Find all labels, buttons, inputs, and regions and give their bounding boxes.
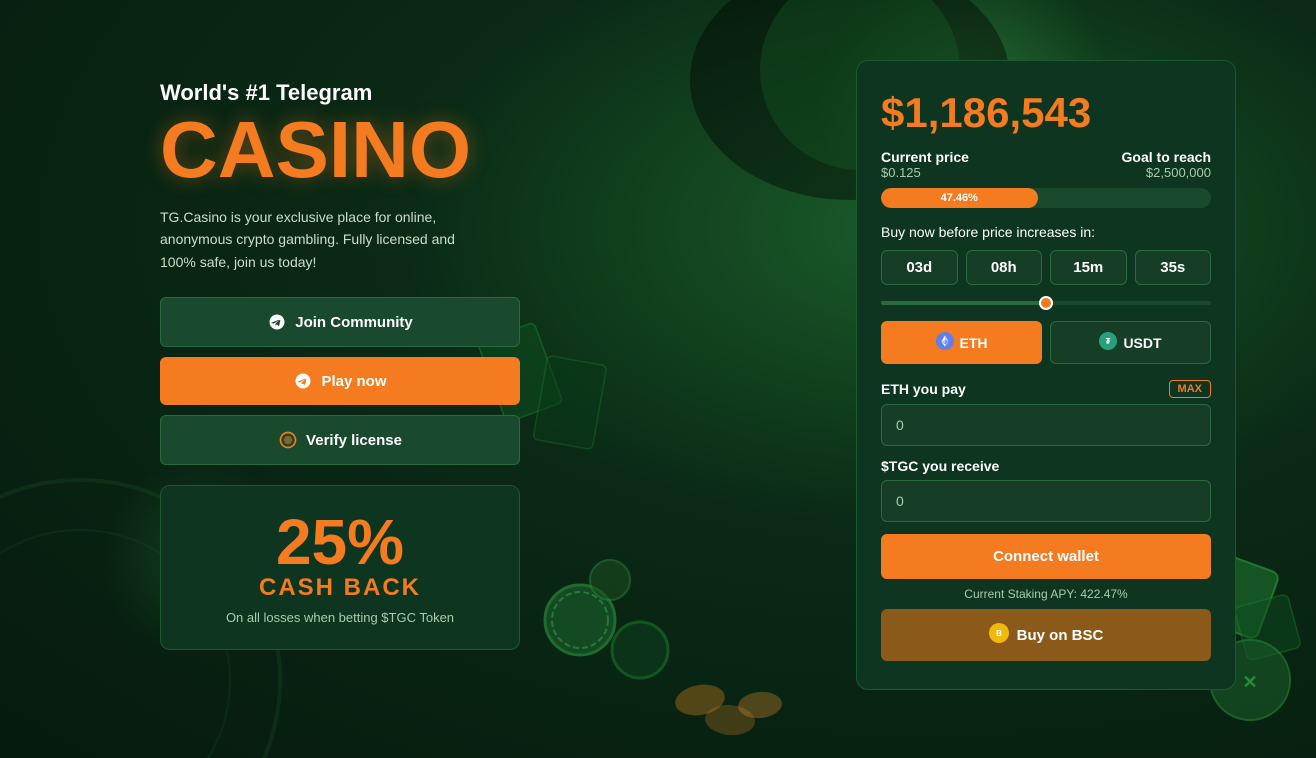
play-now-button[interactable]: Play now xyxy=(160,357,520,405)
verify-icon xyxy=(278,430,298,450)
goal-label: Goal to reach xyxy=(1122,149,1211,165)
casino-title: CASINO xyxy=(160,110,520,190)
telegram-play-icon xyxy=(293,371,313,391)
tgc-input-label: $TGC you receive xyxy=(881,458,999,474)
buy-on-bsc-button[interactable]: B Buy on BSC xyxy=(881,609,1211,661)
timer-minutes: 15m xyxy=(1050,250,1127,285)
progress-bar-container: 47.46% xyxy=(881,188,1211,208)
timer-hours: 08h xyxy=(966,250,1043,285)
current-price-label: Current price xyxy=(881,149,969,165)
cashback-description: On all losses when betting $TGC Token xyxy=(191,610,489,625)
staking-apy-text: Current Staking APY: 422.47% xyxy=(881,587,1211,601)
price-info-row: Current price $0.125 Goal to reach $2,50… xyxy=(881,149,1211,180)
action-buttons: Join Community Play now Verify lice xyxy=(160,297,520,465)
svg-text:₮: ₮ xyxy=(1106,337,1111,346)
eth-tab-label: ETH xyxy=(960,335,988,351)
slider-track[interactable] xyxy=(881,301,1211,305)
slider-fill xyxy=(881,301,1046,305)
slider-thumb xyxy=(1039,296,1053,310)
cashback-percent: 25% xyxy=(191,510,489,574)
progress-label: 47.46% xyxy=(941,192,978,204)
connect-wallet-button[interactable]: Connect wallet xyxy=(881,534,1211,579)
page-wrapper: World's #1 Telegram CASINO TG.Casino is … xyxy=(0,0,1316,758)
join-community-label: Join Community xyxy=(295,314,413,331)
raised-amount: $1,186,543 xyxy=(881,89,1211,137)
usdt-tab-label: USDT xyxy=(1123,335,1161,351)
left-panel: World's #1 Telegram CASINO TG.Casino is … xyxy=(160,60,520,650)
timer-boxes: 03d 08h 15m 35s xyxy=(881,250,1211,285)
progress-bar-fill: 47.46% xyxy=(881,188,1038,208)
currency-tabs: ETH ₮ USDT xyxy=(881,321,1211,364)
description-text: TG.Casino is your exclusive place for on… xyxy=(160,206,480,273)
join-community-button[interactable]: Join Community xyxy=(160,297,520,347)
current-price-value: $0.125 xyxy=(881,165,969,180)
usdt-tab[interactable]: ₮ USDT xyxy=(1050,321,1211,364)
presale-widget: $1,186,543 Current price $0.125 Goal to … xyxy=(856,60,1236,690)
usdt-icon: ₮ xyxy=(1099,332,1117,353)
cashback-label: CASH BACK xyxy=(191,574,489,602)
eth-input-label: ETH you pay xyxy=(881,381,966,397)
tgc-input[interactable] xyxy=(881,480,1211,522)
eth-tab[interactable]: ETH xyxy=(881,321,1042,364)
verify-license-button[interactable]: Verify license xyxy=(160,415,520,465)
eth-input-section: ETH you pay MAX xyxy=(881,380,1211,446)
goal-value: $2,500,000 xyxy=(1122,165,1211,180)
tgc-input-section: $TGC you receive xyxy=(881,458,1211,522)
timer-section: Buy now before price increases in: 03d 0… xyxy=(881,224,1211,285)
telegram-icon xyxy=(267,312,287,332)
play-now-label: Play now xyxy=(321,373,386,390)
page-subtitle: World's #1 Telegram xyxy=(160,80,520,106)
timer-seconds: 35s xyxy=(1135,250,1212,285)
bsc-icon: B xyxy=(989,623,1009,647)
buy-on-bsc-label: Buy on BSC xyxy=(1017,627,1104,644)
eth-icon xyxy=(936,332,954,353)
svg-text:B: B xyxy=(996,629,1002,638)
eth-input[interactable] xyxy=(881,404,1211,446)
max-button[interactable]: MAX xyxy=(1169,380,1211,398)
timer-days: 03d xyxy=(881,250,958,285)
verify-license-label: Verify license xyxy=(306,432,402,449)
cashback-box: 25% CASH BACK On all losses when betting… xyxy=(160,485,520,650)
timer-label: Buy now before price increases in: xyxy=(881,224,1211,240)
